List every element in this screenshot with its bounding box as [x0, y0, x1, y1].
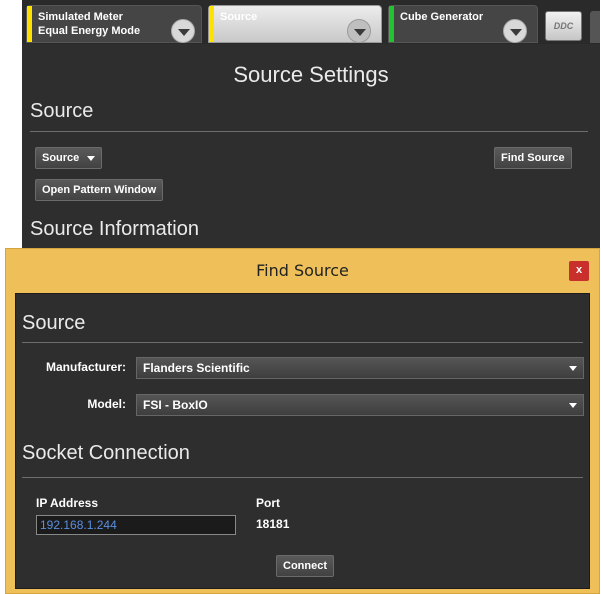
find-source-button[interactable]: Find Source [494, 147, 572, 169]
socket-connection-heading: Socket Connection [22, 442, 190, 464]
dropdown-arrow-icon [569, 403, 577, 408]
manufacturer-label: Manufacturer: [45, 360, 126, 374]
chevron-down-icon[interactable] [347, 19, 371, 43]
port-label: Port [256, 496, 280, 510]
tab-label: Source [220, 11, 258, 23]
ip-address-input[interactable]: 192.168.1.244 [36, 515, 236, 535]
model-label: Model: [87, 397, 126, 411]
manufacturer-select[interactable]: Flanders Scientific [136, 357, 584, 379]
source-section-heading: Source [30, 100, 94, 122]
divider [22, 342, 583, 343]
dropdown-arrow-icon [569, 366, 577, 371]
source-settings-window: Simulated Meter Equal Energy Mode Source… [22, 0, 600, 250]
dialog-title: Find Source [256, 261, 349, 280]
model-select[interactable]: FSI - BoxIO [136, 394, 584, 416]
source-heading: Source [22, 312, 86, 334]
tab-cube-generator[interactable]: Cube Generator [388, 5, 538, 43]
connect-button[interactable]: Connect [276, 555, 334, 577]
tab-accent-stripe [209, 6, 214, 42]
ip-address-label: IP Address [36, 496, 99, 510]
open-pattern-window-button[interactable]: Open Pattern Window [35, 179, 164, 201]
find-source-dialog: Find Source x Source Manufacturer: Fland… [5, 248, 600, 594]
source-dropdown[interactable]: Source [35, 147, 103, 169]
tab-accent-stripe [27, 6, 32, 42]
ddc-button[interactable]: DDC [545, 11, 582, 41]
page-title: Source Settings [233, 62, 389, 87]
close-icon[interactable]: x [569, 261, 589, 281]
module-tab-bar: Simulated Meter Equal Energy Mode Source… [22, 0, 600, 44]
tab-source[interactable]: Source [208, 5, 382, 43]
chevron-down-icon[interactable] [171, 19, 195, 43]
divider [30, 131, 588, 132]
divider [22, 477, 583, 478]
tab-accent-stripe [389, 6, 394, 42]
port-value: 18181 [256, 517, 290, 531]
tab-label: Simulated Meter Equal Energy Mode [38, 11, 141, 37]
tab-overflow[interactable] [590, 11, 600, 43]
source-information-heading: Source Information [30, 218, 199, 240]
tab-simulated-meter[interactable]: Simulated Meter Equal Energy Mode [26, 5, 202, 43]
dropdown-arrow-icon [87, 155, 96, 161]
dialog-body: Source Manufacturer: Flanders Scientific… [15, 293, 590, 589]
chevron-down-icon[interactable] [503, 19, 527, 43]
tab-label: Cube Generator [400, 11, 484, 23]
